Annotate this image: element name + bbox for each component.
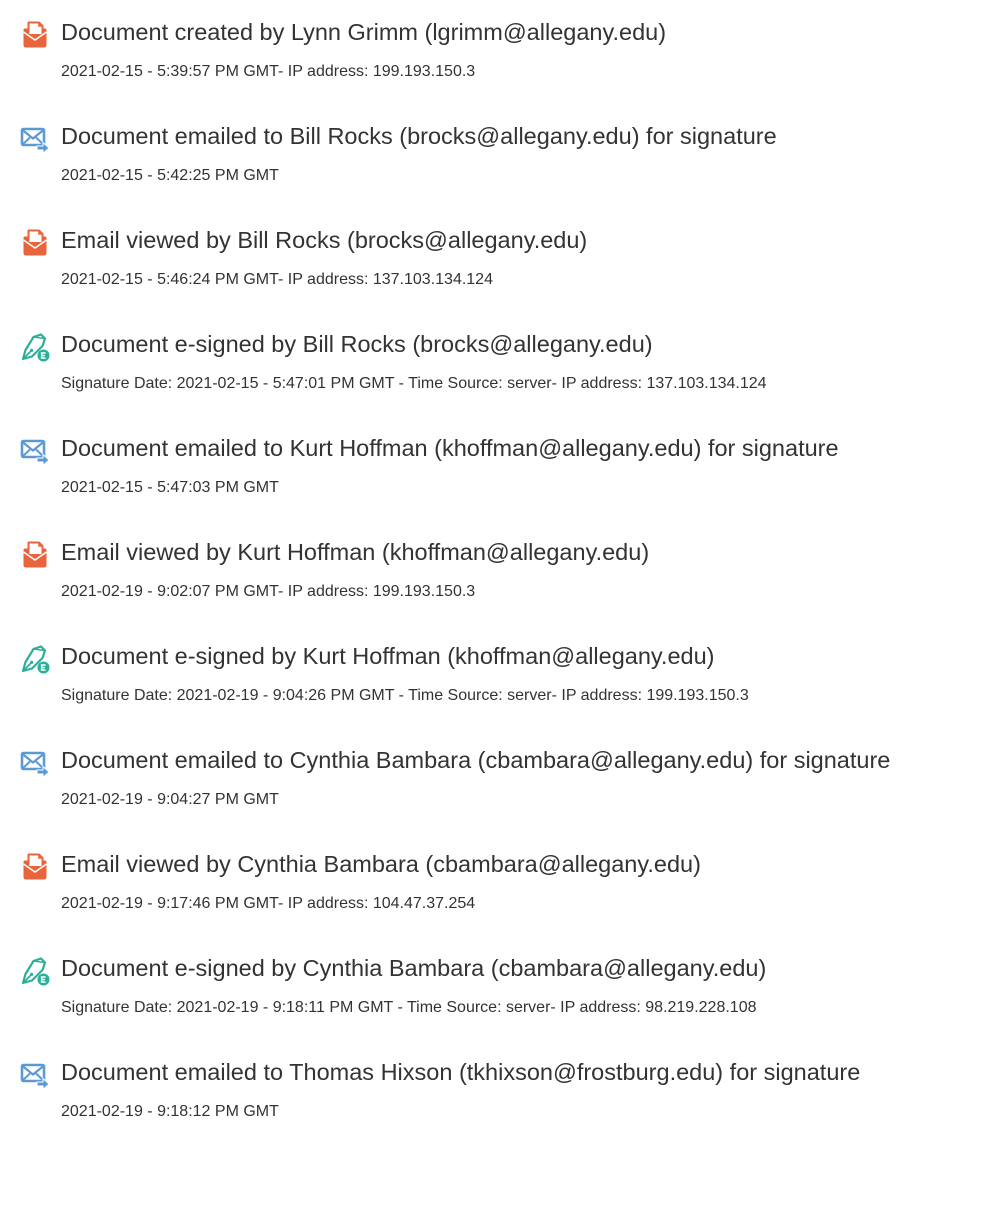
event-timestamp: 2021-02-15 - 5:42:25 PM GMT [61,167,279,184]
event-title: Email viewed by Kurt Hoffman (khoffman@a… [61,539,650,565]
event-title: Document e-signed by Bill Rocks (brocks@… [61,331,653,357]
document-icon [20,852,50,882]
event-title: Document emailed to Cynthia Bambara (cba… [61,747,891,773]
esign-pen-icon [20,644,50,674]
email-sent-icon [20,748,50,778]
audit-event: Email viewed by Kurt Hoffman (khoffman@a… [0,520,1005,620]
event-title: Document emailed to Kurt Hoffman (khoffm… [61,435,839,461]
esign-pen-icon [20,956,50,986]
event-timestamp: Signature Date: 2021-02-19 - 9:04:26 PM … [61,687,749,704]
event-timestamp: Signature Date: 2021-02-15 - 5:47:01 PM … [61,375,767,392]
audit-event: Document emailed to Cynthia Bambara (cba… [0,728,1005,828]
event-timestamp: Signature Date: 2021-02-19 - 9:18:11 PM … [61,999,757,1016]
email-sent-icon [20,124,50,154]
email-sent-icon [20,436,50,466]
event-title: Document emailed to Bill Rocks (brocks@a… [61,123,777,149]
event-title: Document created by Lynn Grimm (lgrimm@a… [61,19,667,45]
event-timestamp: 2021-02-19 - 9:17:46 PM GMT- IP address:… [61,895,476,912]
event-timestamp: 2021-02-15 - 5:47:03 PM GMT [61,479,279,496]
event-title: Document emailed to Thomas Hixson (tkhix… [61,1059,861,1085]
audit-event: Document emailed to Bill Rocks (brocks@a… [0,104,1005,204]
event-timestamp: 2021-02-19 - 9:04:27 PM GMT [61,791,279,808]
document-icon [20,228,50,258]
email-sent-icon [20,1060,50,1090]
event-title: Email viewed by Bill Rocks (brocks@alleg… [61,227,588,253]
event-timestamp: 2021-02-15 - 5:46:24 PM GMT- IP address:… [61,271,493,288]
event-title: Email viewed by Cynthia Bambara (cbambar… [61,851,701,877]
event-title: Document e-signed by Cynthia Bambara (cb… [61,955,767,981]
event-timestamp: 2021-02-19 - 9:02:07 PM GMT- IP address:… [61,583,476,600]
event-timestamp: 2021-02-15 - 5:39:57 PM GMT- IP address:… [61,63,476,80]
audit-event: Email viewed by Cynthia Bambara (cbambar… [0,832,1005,932]
event-timestamp: 2021-02-19 - 9:18:12 PM GMT [61,1103,279,1120]
audit-event: Document emailed to Thomas Hixson (tkhix… [0,1040,1005,1140]
document-icon [20,20,50,50]
audit-event: Document created by Lynn Grimm (lgrimm@a… [0,0,1005,100]
event-title: Document e-signed by Kurt Hoffman (khoff… [61,643,715,669]
esign-pen-icon [20,332,50,362]
document-icon [20,540,50,570]
audit-event: Document e-signed by Cynthia Bambara (cb… [0,936,1005,1036]
audit-event: Document emailed to Kurt Hoffman (khoffm… [0,416,1005,516]
audit-event: Document e-signed by Kurt Hoffman (khoff… [0,624,1005,724]
audit-event: Email viewed by Bill Rocks (brocks@alleg… [0,208,1005,308]
audit-event: Document e-signed by Bill Rocks (brocks@… [0,312,1005,412]
